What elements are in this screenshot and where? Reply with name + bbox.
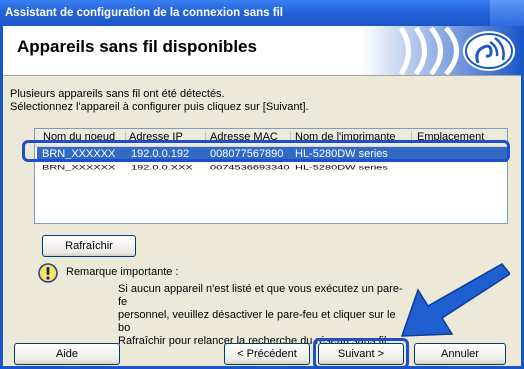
help-button[interactable]: Aide xyxy=(14,343,120,365)
description: Plusieurs appareils sans fil ont été dét… xyxy=(10,88,309,114)
cell-mac-address: 0074536693340 xyxy=(210,164,290,172)
wireless-signal-icon xyxy=(361,26,521,75)
window-title: Assistant de configuration de la connexi… xyxy=(5,7,283,19)
refresh-button[interactable]: Rafraîchir xyxy=(42,235,136,257)
wizard-header: Appareils sans fil disponibles xyxy=(3,26,521,76)
note-label: Remarque importante : xyxy=(66,266,179,278)
titlebar-controls xyxy=(490,0,524,26)
cell-ip-address: 192.0.0.XXX xyxy=(131,164,193,172)
page-title: Appareils sans fil disponibles xyxy=(17,37,257,56)
previous-button[interactable]: < Précédent xyxy=(224,343,310,365)
selection-highlight-ring xyxy=(22,140,510,162)
description-line-2: Sélectionnez l'appareil à configurer pui… xyxy=(10,101,309,113)
cell-printer-name: HL-5280DW series xyxy=(295,164,388,172)
next-button[interactable]: Suivant > xyxy=(318,343,404,365)
arrow-pointer-icon xyxy=(400,263,510,337)
exclamation-icon xyxy=(38,263,58,283)
device-row[interactable]: BRN_XXXXXX 192.0.0.XXX 0074536693340 HL-… xyxy=(37,163,507,178)
cancel-button[interactable]: Annuler xyxy=(414,343,506,365)
note-line-2: personnel, veuillez désactiver le pare-f… xyxy=(118,309,396,334)
note-line-1: Si aucun appareil n'est listé et que vou… xyxy=(118,283,403,308)
window-titlebar[interactable]: Assistant de configuration de la connexi… xyxy=(0,0,524,26)
cell-node-name: BRN_XXXXXX xyxy=(42,164,116,172)
description-line-1: Plusieurs appareils sans fil ont été dét… xyxy=(10,88,225,100)
